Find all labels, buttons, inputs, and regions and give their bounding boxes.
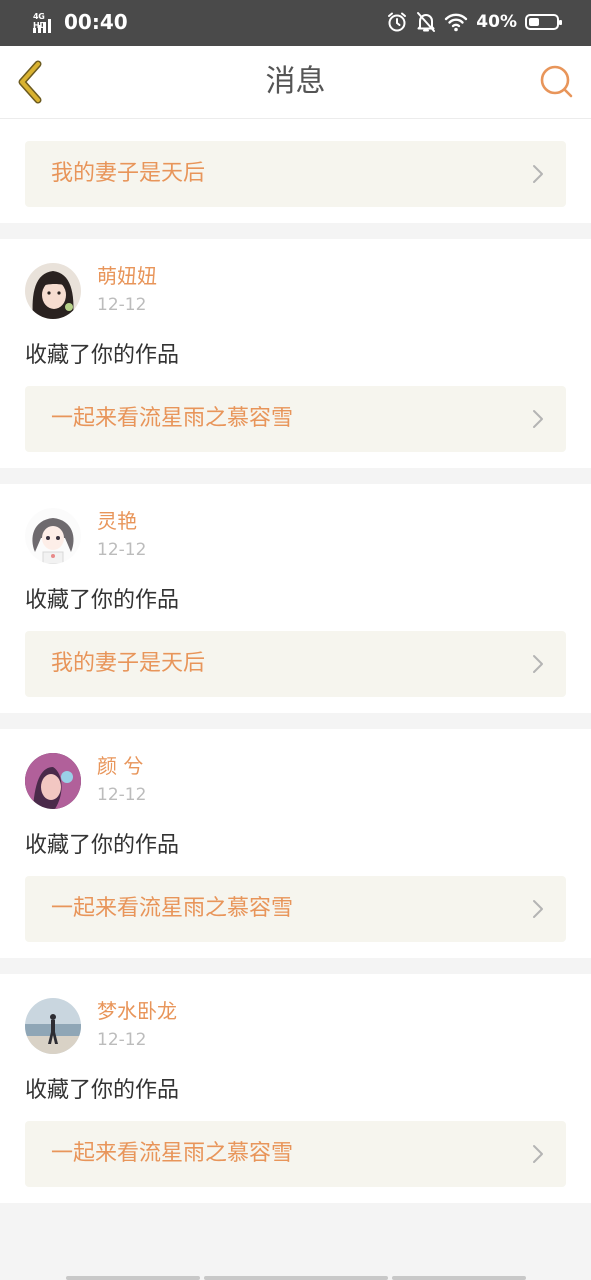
work-link[interactable]: 一起来看流星雨之慕容雪: [25, 876, 566, 942]
message-action: 收藏了你的作品: [25, 588, 180, 613]
work-title: 一起来看流星雨之慕容雪: [51, 1141, 294, 1166]
message-action: 收藏了你的作品: [25, 343, 180, 368]
message-card: 灵艳 12-12 收藏了你的作品 我的妻子是天后: [0, 484, 591, 713]
user-name[interactable]: 梦水卧龙: [97, 998, 177, 1024]
chevron-right-icon: [533, 1145, 543, 1163]
work-link[interactable]: 一起来看流星雨之慕容雪: [25, 1121, 566, 1187]
mute-bell-icon: [417, 12, 436, 32]
search-button[interactable]: [539, 64, 575, 100]
message-card: 颜 兮 12-12 收藏了你的作品 一起来看流星雨之慕容雪: [0, 729, 591, 958]
battery-icon: [525, 14, 562, 30]
message-action: 收藏了你的作品: [25, 833, 180, 858]
chevron-right-icon: [533, 165, 543, 183]
purple-hair-avatar[interactable]: [25, 753, 81, 809]
message-action: 给您的作品赠送了4朵鲜花: [25, 118, 566, 126]
work-title: 我的妻子是天后: [51, 651, 206, 676]
message-date: 12-12: [97, 540, 147, 560]
chevron-right-icon: [533, 900, 543, 918]
wifi-icon: [445, 13, 468, 32]
work-title: 一起来看流星雨之慕容雪: [51, 406, 294, 431]
work-link[interactable]: 我的妻子是天后: [25, 141, 566, 207]
signal-icon: 4G HD: [32, 12, 58, 34]
message-card: 梦水卧龙 12-12 收藏了你的作品 一起来看流星雨之慕容雪: [0, 974, 591, 1203]
status-right: 40%: [386, 11, 562, 33]
work-link[interactable]: 一起来看流星雨之慕容雪: [25, 386, 566, 452]
message-feed[interactable]: 12-12 给您的作品赠送了4朵鲜花 我的妻子是天后: [0, 118, 591, 1280]
beach-photo-avatar[interactable]: [25, 998, 81, 1054]
battery-fill: [529, 18, 539, 26]
status-time: 00:40: [64, 10, 128, 34]
message-card: 12-12 给您的作品赠送了4朵鲜花 我的妻子是天后: [0, 118, 591, 223]
chevron-right-icon: [533, 655, 543, 673]
user-name[interactable]: 萌妞妞: [97, 263, 157, 289]
page-title: 消息: [265, 64, 326, 99]
chevron-right-icon: [533, 410, 543, 428]
status-bar: 4G HD 00:40 40%: [0, 0, 591, 46]
message-list: 12-12 给您的作品赠送了4朵鲜花 我的妻子是天后: [0, 118, 591, 1203]
user-name[interactable]: 颜 兮: [97, 753, 146, 779]
message-date: 12-12: [97, 295, 147, 315]
message-action: 收藏了你的作品: [25, 1078, 180, 1103]
work-link[interactable]: 我的妻子是天后: [25, 631, 566, 697]
girl-photo-avatar[interactable]: [25, 263, 81, 319]
search-icon: [540, 65, 573, 98]
battery-percent: 40%: [476, 12, 517, 32]
home-indicator[interactable]: [66, 1276, 526, 1280]
status-left: 4G HD 00:40: [32, 10, 128, 34]
work-title: 一起来看流星雨之慕容雪: [51, 896, 294, 921]
work-title: 我的妻子是天后: [51, 161, 206, 186]
anime-girl-avatar[interactable]: [25, 508, 81, 564]
nav-bar: 消息: [0, 46, 591, 119]
user-name[interactable]: 灵艳: [97, 508, 146, 534]
message-date: 12-12: [97, 1030, 147, 1050]
message-date: 12-12: [97, 785, 147, 805]
message-card: 萌妞妞 12-12 收藏了你的作品 一起来看流星雨之慕容雪: [0, 239, 591, 468]
alarm-icon: [388, 12, 407, 32]
